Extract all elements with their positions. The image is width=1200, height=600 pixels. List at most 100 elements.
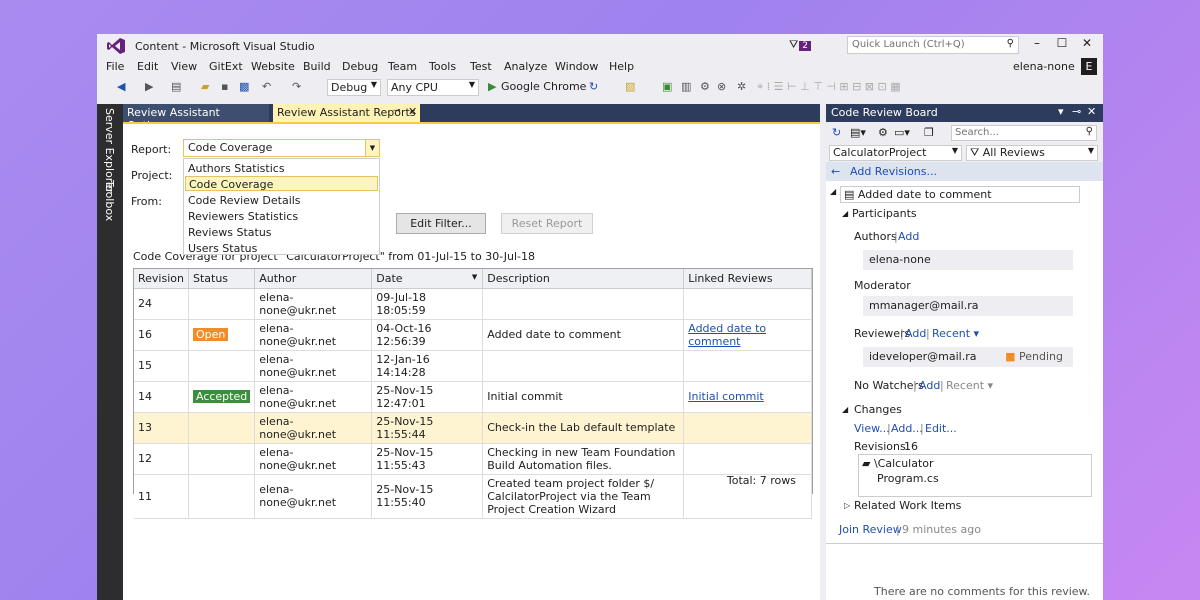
close-icon[interactable]: ✕ [1087,105,1096,118]
gear-icon[interactable]: ⚙ [878,126,888,139]
back-icon[interactable]: ◀ [117,80,125,93]
linked-review-link[interactable]: Added date to comment [688,322,766,348]
cell-revision: 14 [134,381,189,413]
copy-icon[interactable]: ❐ [924,126,934,139]
review-item[interactable]: ▤ Added date to comment [840,186,1080,203]
search-input[interactable]: Search... ⚲ [951,125,1097,141]
align-tools-icon[interactable]: ⌖ ⁞ ☰ ⊢ ⊥ ⊤ ⊣ ⊞ ⊟ ⊠ ⊡ ▦ [757,80,901,94]
menu-debug[interactable]: Debug [342,60,378,73]
platform-select[interactable]: Any CPU ▼ [387,79,479,96]
add-revisions-link[interactable]: Add Revisions... [850,165,937,178]
column-header-linked-reviews[interactable]: Linked Reviews [683,269,812,289]
column-header-status[interactable]: Status [188,269,256,289]
chart-icon[interactable]: ▥ [681,80,691,93]
dropdown-option-selected[interactable]: Code Coverage [185,176,378,191]
chevron-down-icon[interactable]: ▾ [1058,105,1064,118]
menu-analyze[interactable]: Analyze [504,60,547,73]
open-folder-icon[interactable]: ▰ [201,80,209,93]
puzzle-icon[interactable]: ✲ [737,80,746,93]
configuration-select[interactable]: Debug ▼ [327,79,381,96]
undo-icon[interactable]: ↶ [262,80,271,93]
toolbox-tab[interactable]: Toolbox [103,180,116,221]
refresh-icon[interactable]: ↻ [589,80,598,93]
menu-view[interactable]: View [171,60,197,73]
table-row[interactable]: 14 Accepted elena-none@ukr.net 25-Nov-15… [134,381,812,413]
menu-gitext[interactable]: GitExt [209,60,243,73]
pin-icon[interactable]: ⊸ [1072,105,1081,118]
table-row[interactable]: 24 elena-none@ukr.net 09-Jul-18 18:05:59 [134,288,812,320]
edit-filter-button[interactable]: Edit Filter... [396,213,486,234]
column-header-author[interactable]: Author [254,269,373,289]
menu-website[interactable]: Website [251,60,295,73]
redo-icon[interactable]: ↷ [292,80,301,93]
close-button[interactable]: ✕ [1075,36,1099,54]
menu-file[interactable]: File [106,60,124,73]
add-revisions-bar: ← Add Revisions... [826,162,1103,181]
close-icon[interactable]: ✕ [408,105,417,118]
maximize-button[interactable]: ☐ [1050,36,1074,54]
table-row[interactable]: 15 elena-none@ukr.net 12-Jan-16 14:14:28 [134,350,812,382]
collapse-icon[interactable]: ◢ [842,405,848,414]
review-filter-select[interactable]: ⛛ All Reviews ▼ [966,145,1098,161]
collapse-icon[interactable]: ◢ [842,209,848,218]
dropdown-option[interactable]: Authors Statistics [185,161,378,176]
menu-tools[interactable]: Tools [429,60,456,73]
table-row[interactable]: 11 elena-none@ukr.net 25-Nov-15 11:55:40… [134,474,812,519]
table-row[interactable]: 12 elena-none@ukr.net 25-Nov-15 11:55:43… [134,443,812,475]
pin-icon[interactable]: ⊸ [393,106,401,116]
column-header-date[interactable]: Date ▼ [371,269,484,289]
view-changes-link[interactable]: View... [854,422,890,435]
table-row-selected[interactable]: 13 elena-none@ukr.net 25-Nov-15 11:55:44… [134,412,812,444]
avatar[interactable]: E [1081,58,1097,75]
file-entry[interactable]: Program.cs [877,472,939,485]
join-review-link[interactable]: Join Review [839,523,902,536]
notifications-button[interactable]: ⛛ 2 [789,38,811,52]
table-row[interactable]: 16 Open elena-none@ukr.net 04-Oct-16 12:… [134,319,812,351]
new-review-icon[interactable]: ▤▾ [850,126,866,139]
folder-entry[interactable]: ▰ \Calculator [862,457,934,470]
column-header-description[interactable]: Description [482,269,685,289]
menu-window[interactable]: Window [555,60,598,73]
run-target-button[interactable]: Google Chrome [501,80,586,93]
tab-review-assistant-options[interactable]: Review Assistant Options [123,104,269,132]
menu-edit[interactable]: Edit [137,60,158,73]
deny-icon[interactable]: ⊗ [717,80,726,93]
dropdown-option[interactable]: Code Review Details [185,193,378,208]
menu-test[interactable]: Test [470,60,492,73]
add-watcher-link[interactable]: Add [919,379,940,392]
save-all-icon[interactable]: ▩ [239,80,249,93]
add-author-link[interactable]: Add [898,230,919,243]
minimize-button[interactable]: – [1025,36,1049,54]
reset-report-button[interactable]: Reset Report [501,213,593,234]
quick-launch-input[interactable]: Quick Launch (Ctrl+Q) ⚲ [847,36,1019,54]
recent-watchers-dropdown[interactable]: Recent ▾ [946,379,993,392]
play-icon[interactable]: ▶ [488,80,496,93]
gear-icon[interactable]: ⚙ [700,80,710,93]
edit-changes-link[interactable]: Edit... [925,422,957,435]
menu-build[interactable]: Build [303,60,331,73]
add-changes-link[interactable]: Add... [891,422,923,435]
save-icon[interactable]: ▪ [221,80,228,93]
new-project-icon[interactable]: ▤ [171,80,181,93]
project-select[interactable]: CalculatorProject ▼ [829,145,962,161]
add-reviewer-link[interactable]: Add [905,327,926,340]
dropdown-option[interactable]: Users Status [185,241,378,256]
tool-window-icon[interactable]: ▣ [662,80,672,93]
dropdown-option[interactable]: Reviewers Statistics [185,209,378,224]
user-name[interactable]: elena-none [1013,60,1075,73]
recent-reviewers-dropdown[interactable]: Recent ▾ [932,327,979,340]
back-arrow-icon[interactable]: ← [831,165,840,178]
refresh-icon[interactable]: ↻ [832,126,841,139]
expand-icon[interactable]: ▷ [844,501,850,510]
find-icon[interactable]: ▧ [625,80,635,93]
linked-review-link[interactable]: Initial commit [688,390,764,403]
forward-icon[interactable]: ▶ [145,80,153,93]
column-header-revision[interactable]: Revision [134,269,189,289]
report-select[interactable]: Code Coverage ▼ [183,139,380,157]
dropdown-option[interactable]: Reviews Status [185,225,378,240]
layout-icon[interactable]: ▭▾ [894,126,910,139]
menu-help[interactable]: Help [609,60,634,73]
collapse-icon[interactable]: ◢ [830,187,836,196]
menu-team[interactable]: Team [388,60,417,73]
tab-review-assistant-reports[interactable]: Review Assistant Reports ⊸ ✕ [273,104,420,122]
